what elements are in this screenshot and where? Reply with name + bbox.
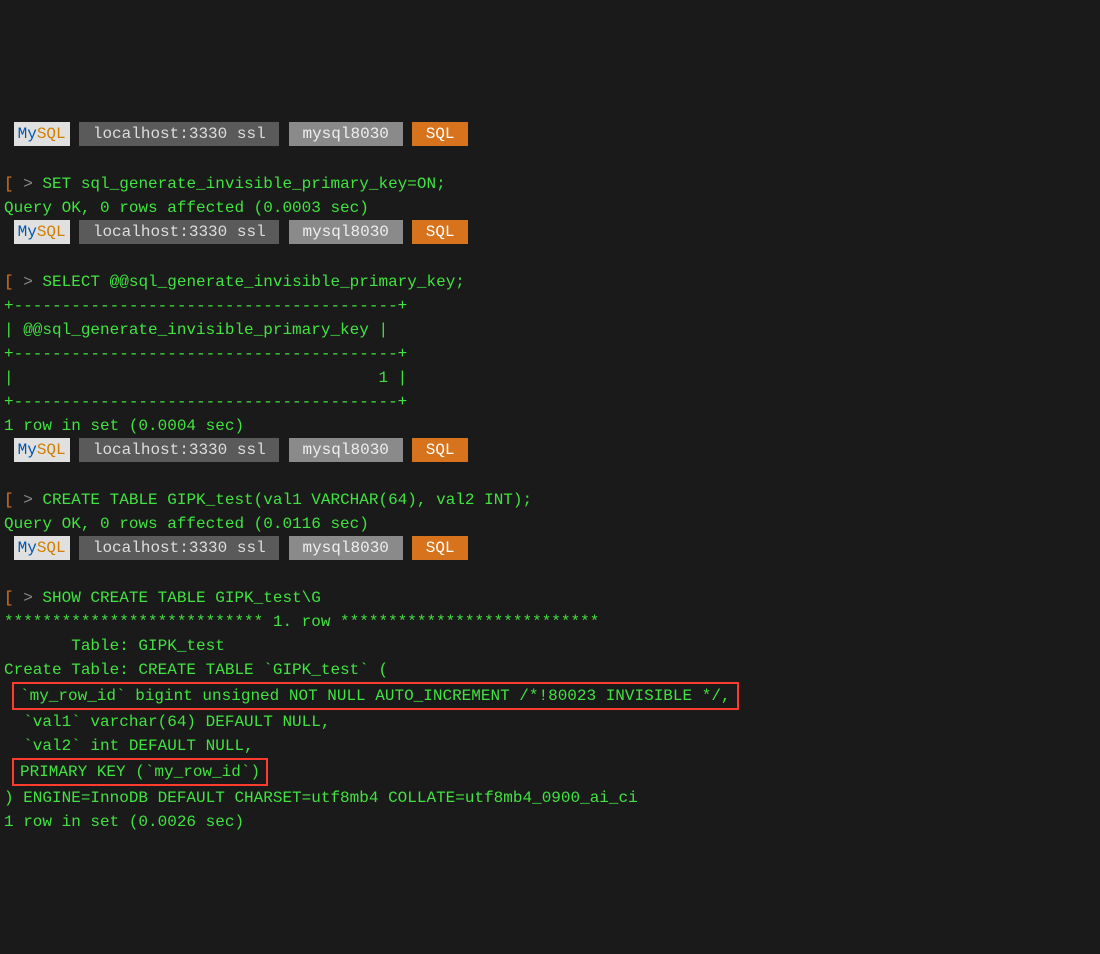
prompt-line-1: MySQL localhost:3330 ssl mysql8030 SQL bbox=[4, 122, 1096, 146]
create-table-pk: PRIMARY KEY (`my_row_id`) bbox=[20, 763, 260, 781]
response-3: Query OK, 0 rows affected (0.0116 sec) bbox=[4, 515, 369, 533]
create-table-val2: `val2` int DEFAULT NULL, bbox=[4, 737, 254, 755]
create-table-engine: ) ENGINE=InnoDB DEFAULT CHARSET=utf8mb4 … bbox=[4, 789, 638, 807]
create-table-stmt: Create Table: CREATE TABLE `GIPK_test` ( bbox=[4, 661, 388, 679]
prompt-host: localhost:3330 ssl bbox=[79, 536, 279, 560]
prompt-db: mysql8030 bbox=[289, 220, 403, 244]
create-table-val1: `val1` varchar(64) DEFAULT NULL, bbox=[4, 713, 330, 731]
prompt-mode: SQL bbox=[412, 536, 468, 560]
prompt-mysql: MySQL bbox=[14, 122, 70, 146]
tbl-header: | @@sql_generate_invisible_primary_key | bbox=[4, 321, 388, 339]
tbl-border: +---------------------------------------… bbox=[4, 393, 407, 411]
create-table-rowid: `my_row_id` bigint unsigned NOT NULL AUT… bbox=[20, 687, 731, 705]
highlight-my-row-id: `my_row_id` bigint unsigned NOT NULL AUT… bbox=[12, 682, 739, 710]
prompt-arrow: > bbox=[14, 175, 43, 193]
prompt-line-3: MySQL localhost:3330 ssl mysql8030 SQL bbox=[4, 438, 1096, 462]
prompt-arrow: > bbox=[14, 491, 43, 509]
cmd-3: CREATE TABLE GIPK_test(val1 VARCHAR(64),… bbox=[42, 491, 532, 509]
cmd-4: SHOW CREATE TABLE GIPK_test\G bbox=[42, 589, 320, 607]
row-separator: *************************** 1. row *****… bbox=[4, 613, 599, 631]
cmd-1: SET sql_generate_invisible_primary_key=O… bbox=[42, 175, 445, 193]
response-1: Query OK, 0 rows affected (0.0003 sec) bbox=[4, 199, 369, 217]
create-table-name: Table: GIPK_test bbox=[4, 637, 225, 655]
prompt-line-4: MySQL localhost:3330 ssl mysql8030 SQL bbox=[4, 536, 1096, 560]
open-bracket: [ bbox=[4, 175, 14, 193]
cmd-2: SELECT @@sql_generate_invisible_primary_… bbox=[42, 273, 464, 291]
prompt-db: mysql8030 bbox=[289, 122, 403, 146]
response-4: 1 row in set (0.0026 sec) bbox=[4, 813, 244, 831]
prompt-mode: SQL bbox=[412, 220, 468, 244]
open-bracket: [ bbox=[4, 491, 14, 509]
prompt-mysql: MySQL bbox=[14, 438, 70, 462]
tbl-border: +---------------------------------------… bbox=[4, 345, 407, 363]
prompt-line-2: MySQL localhost:3330 ssl mysql8030 SQL bbox=[4, 220, 1096, 244]
prompt-mode: SQL bbox=[412, 438, 468, 462]
prompt-mode: SQL bbox=[412, 122, 468, 146]
prompt-mysql: MySQL bbox=[14, 536, 70, 560]
prompt-host: localhost:3330 ssl bbox=[79, 220, 279, 244]
response-2: 1 row in set (0.0004 sec) bbox=[4, 417, 244, 435]
prompt-db: mysql8030 bbox=[289, 438, 403, 462]
prompt-db: mysql8030 bbox=[289, 536, 403, 560]
prompt-arrow: > bbox=[14, 589, 43, 607]
prompt-arrow: > bbox=[14, 273, 43, 291]
highlight-primary-key: PRIMARY KEY (`my_row_id`) bbox=[12, 758, 268, 786]
open-bracket: [ bbox=[4, 589, 14, 607]
tbl-border: +---------------------------------------… bbox=[4, 297, 407, 315]
prompt-host: localhost:3330 ssl bbox=[79, 122, 279, 146]
tbl-value: | 1 | bbox=[4, 369, 407, 387]
terminal-output: MySQL localhost:3330 ssl mysql8030 SQL [… bbox=[4, 98, 1096, 834]
prompt-mysql: MySQL bbox=[14, 220, 70, 244]
open-bracket: [ bbox=[4, 273, 14, 291]
prompt-host: localhost:3330 ssl bbox=[79, 438, 279, 462]
